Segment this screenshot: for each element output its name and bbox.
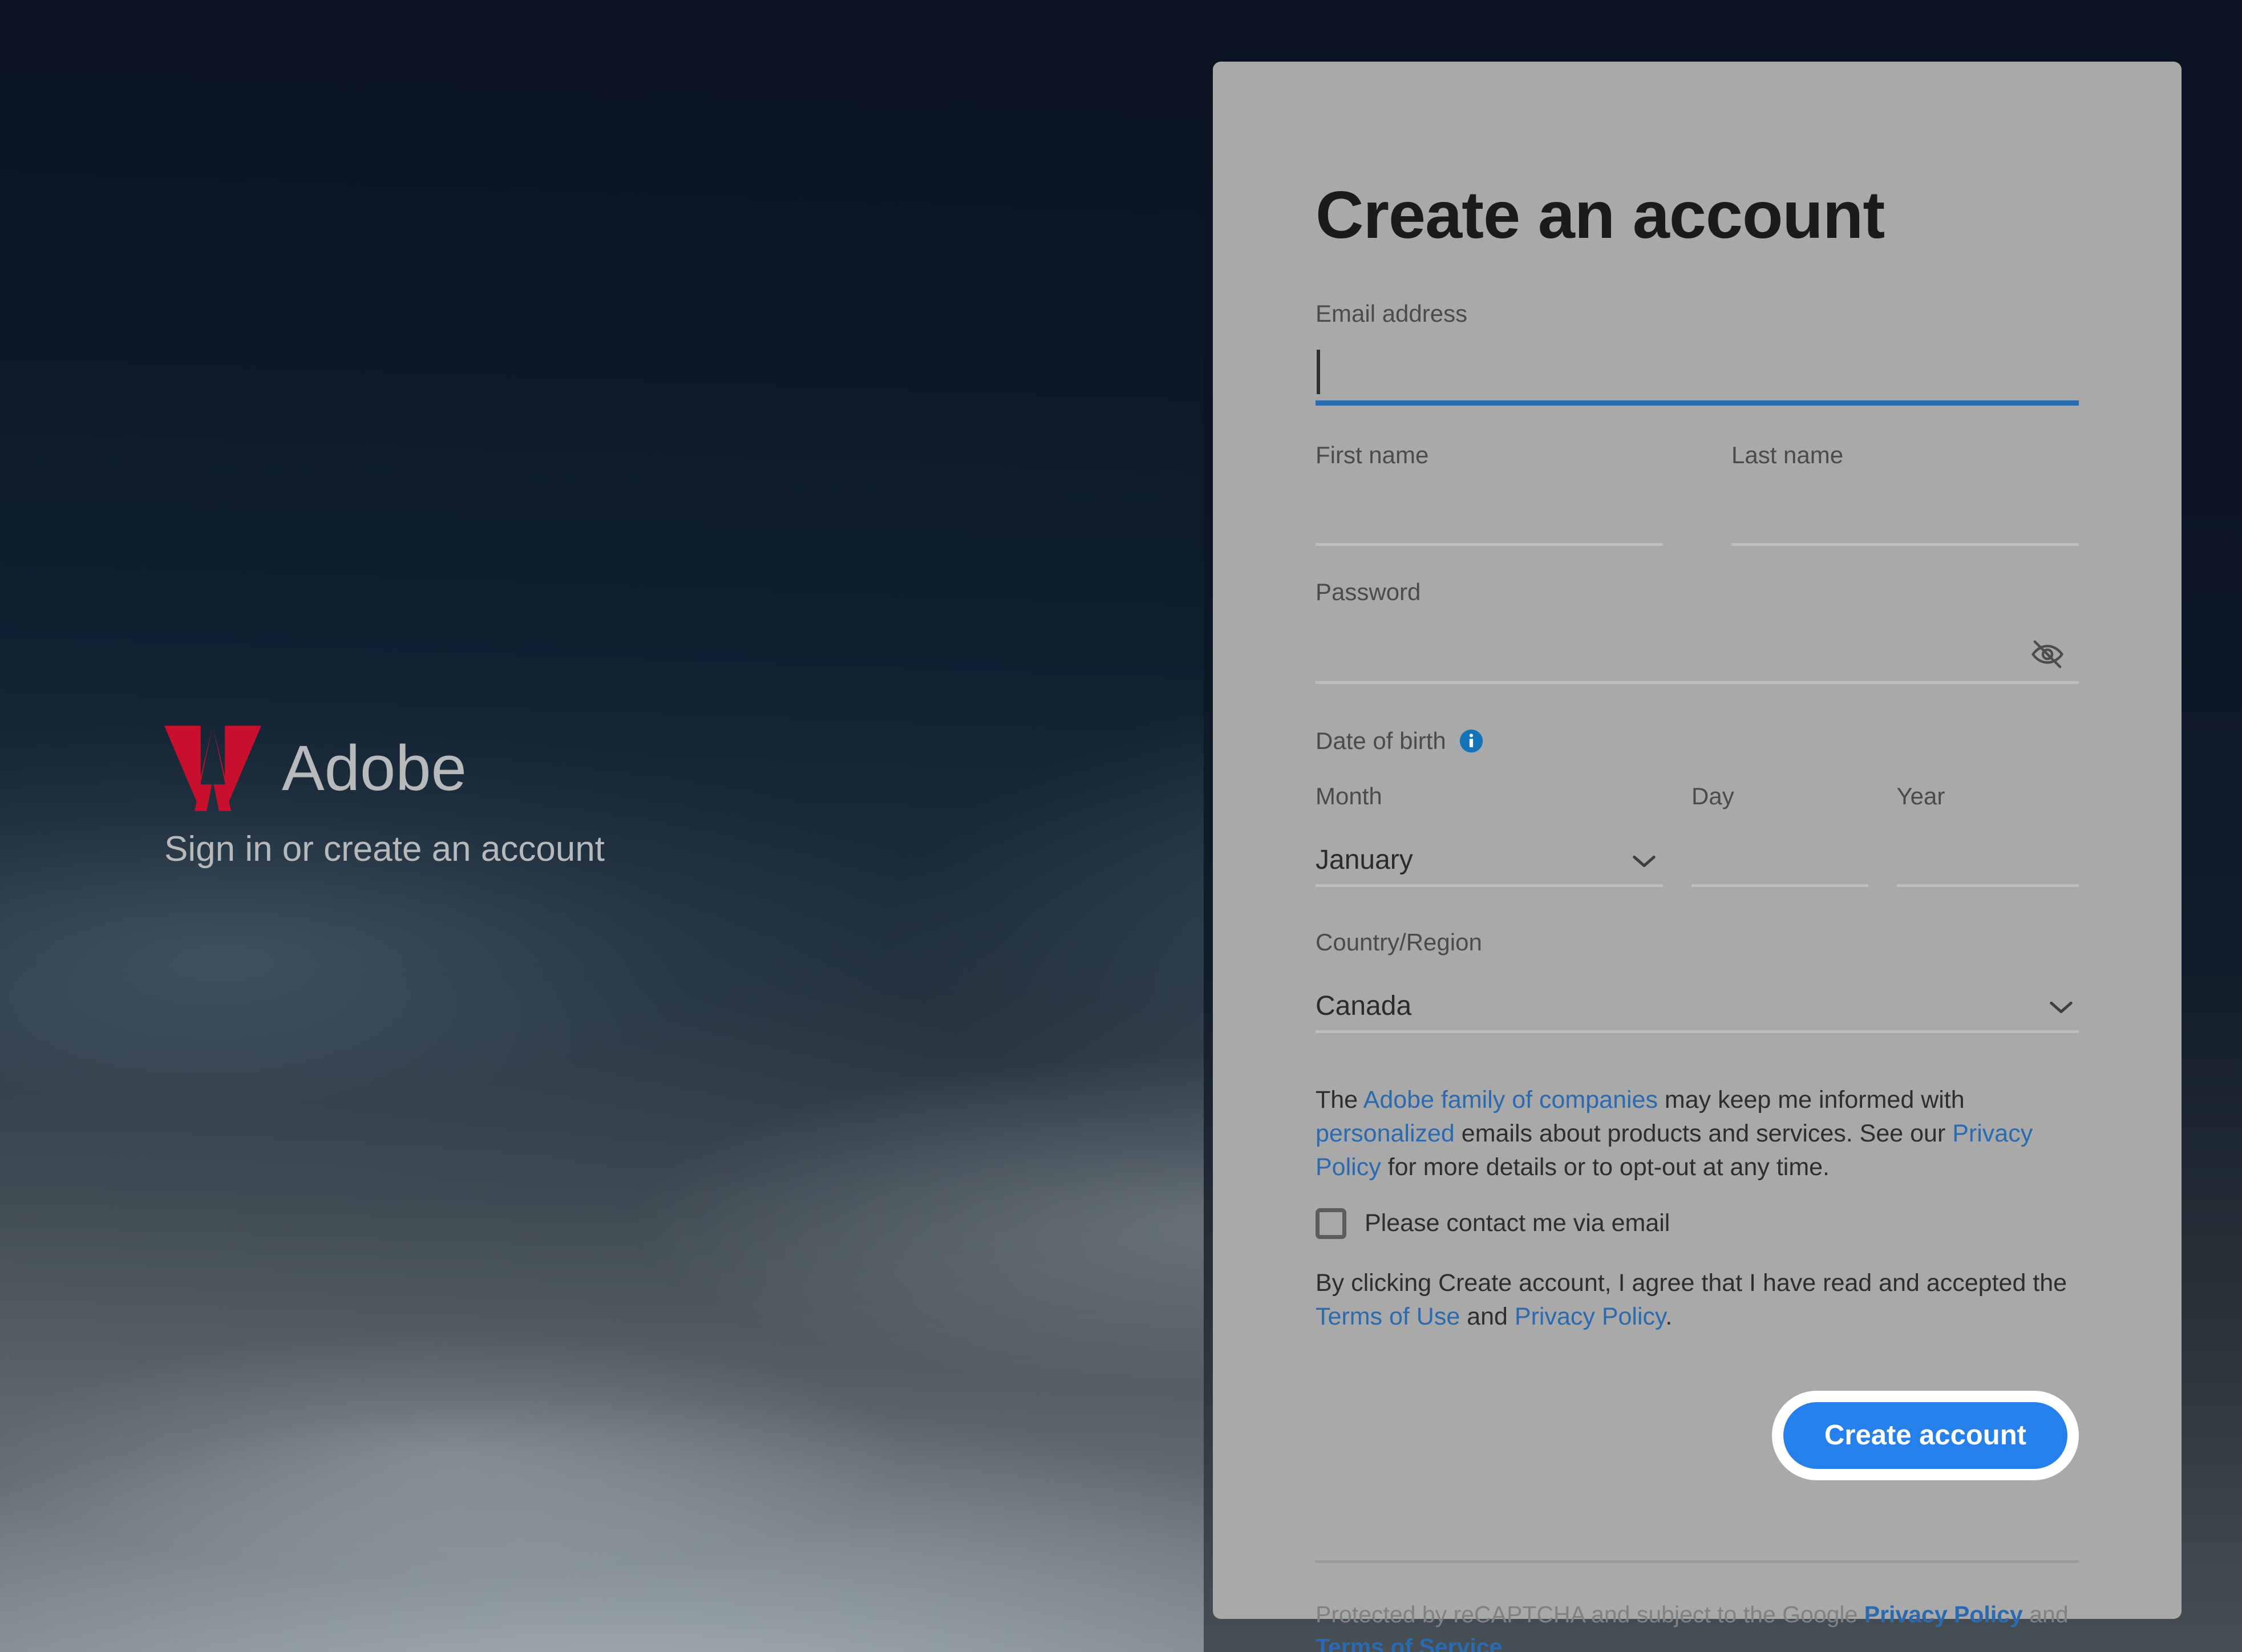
marketing-part-4: for more details or to opt-out at any ti… — [1381, 1153, 1830, 1181]
eye-slash-icon[interactable] — [2030, 637, 2065, 672]
date-of-birth-label: Date of birth — [1316, 727, 1446, 754]
chevron-down-icon — [2048, 999, 2074, 1015]
dob-year-label: Year — [1896, 783, 1945, 809]
create-account-card: Create an account Email address First na… — [1213, 62, 2182, 1652]
card-content: Create an account Email address First na… — [1316, 62, 2079, 1652]
first-name-input[interactable] — [1316, 482, 1663, 546]
date-of-birth-header: Date of birth — [1316, 728, 2079, 754]
last-name-input[interactable] — [1731, 482, 2079, 546]
date-of-birth-row: Month January Day Year — [1316, 784, 2079, 887]
marketing-part-3: emails about products and services. See … — [1454, 1119, 1953, 1147]
submit-row: Create account — [1316, 1390, 2079, 1480]
email-field-group: Email address — [1316, 302, 2079, 406]
recaptcha-notice: Protected by reCAPTCHA and subject to th… — [1316, 1598, 2079, 1652]
terms-of-use-link[interactable]: Terms of Use — [1316, 1303, 1460, 1330]
name-row: First name Last name — [1316, 443, 2079, 546]
page-title: Create an account — [1316, 177, 1885, 252]
dob-day-input[interactable] — [1691, 823, 1868, 887]
country-region-label: Country/Region — [1316, 929, 1482, 955]
brand-block: Adobe Sign in or create an account — [164, 726, 605, 867]
adobe-a-logo-icon — [164, 726, 261, 811]
dob-month-group: Month January — [1316, 783, 1664, 887]
card-divider — [1316, 1560, 2079, 1563]
brand-name: Adobe — [282, 732, 467, 804]
recaptcha-part-2: and — [2022, 1601, 2069, 1627]
first-name-field-group: First name — [1316, 443, 1663, 546]
email-input[interactable] — [1316, 342, 2079, 406]
brand-tagline: Sign in or create an account — [164, 829, 605, 869]
password-input[interactable] — [1316, 620, 2079, 684]
country-region-value: Canada — [1316, 991, 1412, 1021]
terms-part-1: By clicking Create account, I agree that… — [1316, 1269, 2067, 1297]
marketing-part-2: may keep me informed with — [1657, 1086, 1965, 1114]
chevron-down-icon — [1631, 853, 1657, 869]
password-field-group: Password — [1316, 580, 2079, 684]
contact-me-label[interactable]: Please contact me via email — [1365, 1211, 1670, 1236]
marketing-part-1: The — [1316, 1086, 1363, 1114]
terms-part-2: and — [1460, 1302, 1515, 1330]
terms-part-3: . — [1665, 1302, 1673, 1330]
google-privacy-policy-link[interactable]: Privacy Policy — [1864, 1601, 2023, 1627]
country-region-select[interactable]: Canada — [1316, 969, 2079, 1033]
dob-year-group: Year — [1896, 783, 2079, 887]
terms-agreement-text: By clicking Create account, I agree that… — [1316, 1266, 2079, 1334]
contact-optin-row: Please contact me via email — [1316, 1208, 2079, 1239]
recaptcha-part-3: . — [1502, 1633, 1509, 1652]
marketing-consent-text: The Adobe family of companies may keep m… — [1316, 1083, 2079, 1184]
terms-privacy-policy-link[interactable]: Privacy Policy — [1515, 1303, 1665, 1330]
personalized-link[interactable]: personalized — [1316, 1120, 1455, 1147]
country-region-group: Country/Region Canada — [1316, 930, 2079, 1033]
dob-month-select[interactable]: January — [1316, 823, 1664, 887]
email-label: Email address — [1316, 300, 1468, 327]
create-account-focus-ring: Create account — [1771, 1390, 2079, 1480]
dob-day-group: Day — [1691, 784, 1868, 887]
contact-me-checkbox[interactable] — [1316, 1208, 1346, 1239]
adobe-family-link[interactable]: Adobe family of companies — [1363, 1086, 1658, 1114]
google-terms-of-service-link[interactable]: Terms of Service — [1316, 1634, 1502, 1652]
dob-month-label: Month — [1316, 783, 1382, 809]
last-name-field-group: Last name — [1731, 443, 2079, 546]
recaptcha-part-1: Protected by reCAPTCHA and subject to th… — [1316, 1601, 1864, 1627]
dob-year-input[interactable] — [1896, 823, 2079, 887]
brand-row: Adobe — [164, 726, 605, 811]
dob-month-value: January — [1316, 845, 1413, 875]
last-name-label: Last name — [1731, 442, 1844, 468]
password-label: Password — [1316, 578, 1421, 605]
text-caret — [1317, 350, 1320, 394]
info-circle-icon[interactable] — [1459, 728, 1484, 754]
dob-day-label: Day — [1691, 783, 1734, 809]
create-account-button[interactable]: Create account — [1783, 1402, 2067, 1469]
first-name-label: First name — [1316, 442, 1429, 468]
